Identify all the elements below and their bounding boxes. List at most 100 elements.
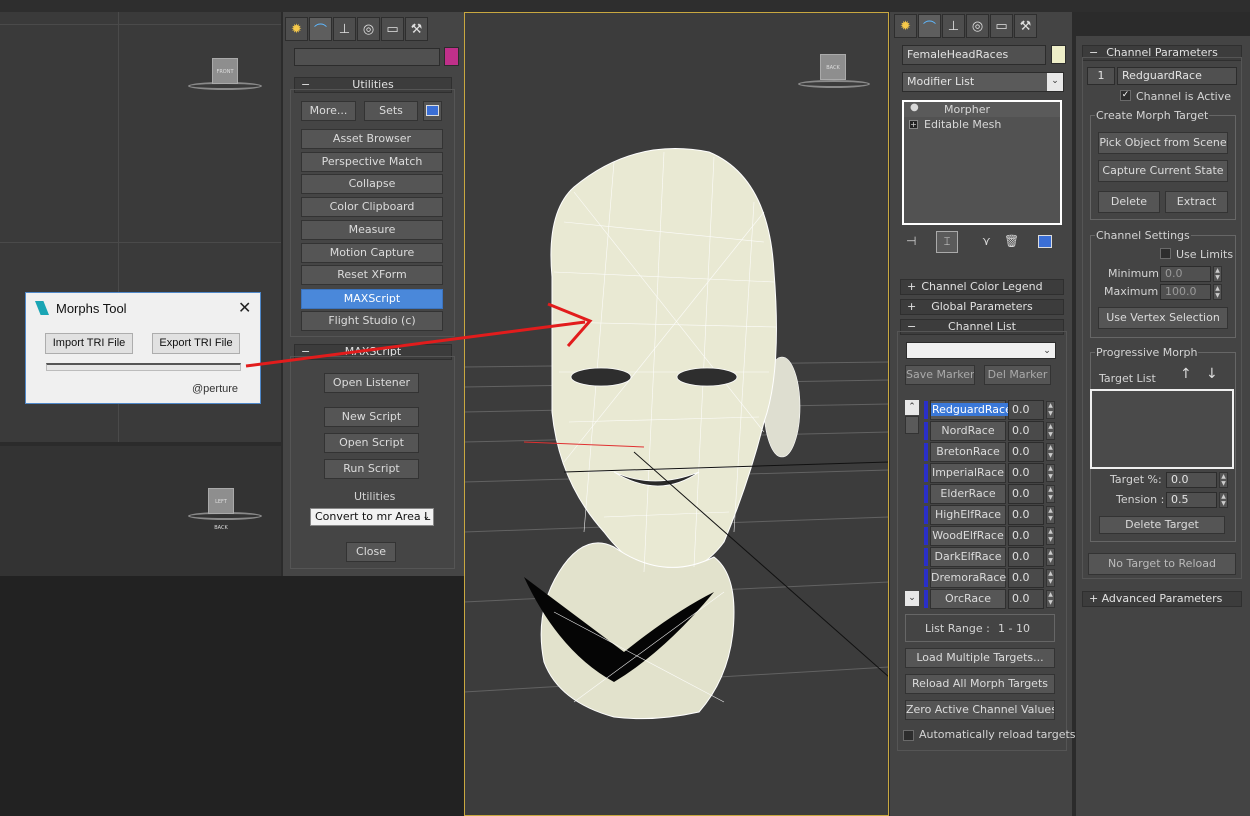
import-tri-file-button[interactable]: Import TRI File bbox=[45, 333, 133, 354]
channel-value-field[interactable]: 0.0 bbox=[1008, 463, 1044, 483]
more-button[interactable]: More... bbox=[301, 101, 356, 121]
viewcube[interactable]: FRONT bbox=[212, 58, 238, 84]
close-icon[interactable]: ✕ bbox=[238, 298, 251, 317]
export-tri-file-button[interactable]: Export TRI File bbox=[152, 333, 240, 354]
pick-object-from-scene-button[interactable]: Pick Object from Scene bbox=[1098, 132, 1228, 154]
channel-number-field[interactable]: 1 bbox=[1087, 67, 1115, 85]
channel-spinner[interactable]: ▲ ▼ bbox=[1046, 464, 1055, 482]
object-name-field[interactable] bbox=[294, 48, 440, 66]
channel-value-field[interactable]: 0.0 bbox=[1008, 442, 1044, 462]
capture-current-state-button[interactable]: Capture Current State bbox=[1098, 160, 1228, 182]
object-name-field[interactable]: FemaleHeadRaces bbox=[902, 45, 1046, 65]
tool-collapse[interactable]: Collapse bbox=[301, 174, 443, 194]
create-tab[interactable]: ✹ bbox=[894, 14, 917, 38]
channel-color-legend-rollout[interactable]: + Channel Color Legend bbox=[900, 279, 1064, 295]
object-color-swatch[interactable] bbox=[1051, 45, 1066, 64]
target-list[interactable] bbox=[1090, 389, 1234, 469]
run-script-button[interactable]: Run Script bbox=[324, 459, 419, 479]
auto-reload-checkbox[interactable] bbox=[903, 730, 914, 741]
channel-name-button[interactable]: RedguardRace bbox=[930, 400, 1013, 420]
channel-value-field[interactable]: 0.0 bbox=[1008, 421, 1044, 441]
utilities-select[interactable]: Convert to mr Area L ⌄ bbox=[310, 508, 434, 526]
channel-name-button[interactable]: ImperialRace bbox=[930, 463, 1006, 483]
channel-active-checkbox[interactable]: ✓ bbox=[1120, 90, 1131, 101]
display-tab[interactable]: ▭ bbox=[381, 17, 404, 41]
use-vertex-selection-button[interactable]: Use Vertex Selection bbox=[1098, 307, 1228, 329]
channel-name-button[interactable]: NordRace bbox=[930, 421, 1006, 441]
delete-target-button[interactable]: Delete Target bbox=[1099, 516, 1225, 534]
viewcube[interactable]: LEFT BACK bbox=[208, 488, 234, 531]
utilities-tab[interactable]: ⚒ bbox=[1014, 14, 1037, 38]
channel-scroll-down[interactable]: ⌄ bbox=[905, 591, 919, 606]
maximum-spinner[interactable]: ▲ ▼ bbox=[1213, 284, 1222, 300]
motion-tab[interactable]: ◎ bbox=[966, 14, 989, 38]
tool-flight-studio[interactable]: Flight Studio (c) bbox=[301, 311, 443, 331]
sets-button[interactable]: Sets bbox=[364, 101, 418, 121]
tool-measure[interactable]: Measure bbox=[301, 220, 443, 240]
channel-spinner[interactable]: ▲ ▼ bbox=[1046, 485, 1055, 503]
open-script-button[interactable]: Open Script bbox=[324, 433, 419, 453]
channel-name-button[interactable]: DarkElfRace bbox=[930, 547, 1006, 567]
display-tab[interactable]: ▭ bbox=[990, 14, 1013, 38]
channel-spinner[interactable]: ▲ ▼ bbox=[1046, 422, 1055, 440]
tension-spinner[interactable]: ▲ ▼ bbox=[1219, 492, 1228, 508]
reload-all-morph-targets-button[interactable]: Reload All Morph Targets bbox=[905, 674, 1055, 694]
channel-value-field[interactable]: 0.0 bbox=[1008, 568, 1044, 588]
marker-dropdown[interactable]: ⌄ bbox=[906, 342, 1056, 359]
modify-tab[interactable]: ⌒ bbox=[918, 14, 941, 38]
channel-spinner[interactable]: ▲ ▼ bbox=[1046, 590, 1055, 608]
move-target-down-button[interactable]: ↓ bbox=[1206, 366, 1218, 382]
delete-button[interactable]: Delete bbox=[1098, 191, 1160, 213]
no-target-to-reload-button[interactable]: No Target to Reload bbox=[1088, 553, 1236, 575]
save-marker-button[interactable]: Save Marker bbox=[905, 365, 975, 385]
tool-asset-browser[interactable]: Asset Browser bbox=[301, 129, 443, 149]
channel-value-field[interactable]: 0.0 bbox=[1008, 589, 1044, 609]
tension-field[interactable]: 0.5 bbox=[1166, 492, 1217, 508]
open-listener-button[interactable]: Open Listener bbox=[324, 373, 419, 393]
channel-value-field[interactable]: 0.0 bbox=[1008, 484, 1044, 504]
zero-active-channel-values-button[interactable]: Zero Active Channel Values bbox=[905, 700, 1055, 720]
channel-value-field[interactable]: 0.0 bbox=[1008, 400, 1044, 420]
advanced-parameters-rollout[interactable]: + Advanced Parameters bbox=[1082, 591, 1242, 607]
show-end-result-icon[interactable]: ⌶ bbox=[936, 231, 958, 253]
object-color-swatch[interactable] bbox=[444, 47, 459, 66]
load-multiple-targets-button[interactable]: Load Multiple Targets... bbox=[905, 648, 1055, 668]
channel-spinner[interactable]: ▲ ▼ bbox=[1046, 443, 1055, 461]
target-pct-spinner[interactable]: ▲ ▼ bbox=[1219, 472, 1228, 488]
minimum-field[interactable]: 0.0 bbox=[1160, 266, 1211, 282]
motion-tab[interactable]: ◎ bbox=[357, 17, 380, 41]
channel-spinner[interactable]: ▲ ▼ bbox=[1046, 401, 1055, 419]
channel-spinner[interactable]: ▲ ▼ bbox=[1046, 527, 1055, 545]
tool-color-clipboard[interactable]: Color Clipboard bbox=[301, 197, 443, 217]
close-button[interactable]: Close bbox=[346, 542, 396, 562]
channel-name-button[interactable]: WoodElfRace bbox=[930, 526, 1006, 546]
channel-spinner[interactable]: ▲ ▼ bbox=[1046, 506, 1055, 524]
left-viewport[interactable]: LEFT BACK bbox=[0, 446, 281, 576]
tool-perspective-match[interactable]: Perspective Match bbox=[301, 152, 443, 172]
channel-name-button[interactable]: OrcRace bbox=[930, 589, 1006, 609]
move-target-up-button[interactable]: ↑ bbox=[1180, 366, 1192, 382]
use-limits-checkbox[interactable] bbox=[1160, 248, 1171, 259]
channel-name-button[interactable]: DremoraRace bbox=[930, 568, 1006, 588]
global-parameters-rollout[interactable]: + Global Parameters bbox=[900, 299, 1064, 315]
hierarchy-tab[interactable]: ⊥ bbox=[942, 14, 965, 38]
target-pct-field[interactable]: 0.0 bbox=[1166, 472, 1217, 488]
new-script-button[interactable]: New Script bbox=[324, 407, 419, 427]
minimum-spinner[interactable]: ▲ ▼ bbox=[1213, 266, 1222, 282]
channel-value-field[interactable]: 0.0 bbox=[1008, 505, 1044, 525]
channel-value-field[interactable]: 0.0 bbox=[1008, 526, 1044, 546]
channel-scrollbar-thumb[interactable] bbox=[905, 416, 919, 434]
modify-tab[interactable]: ⌒ bbox=[309, 17, 332, 41]
create-tab[interactable]: ✹ bbox=[285, 17, 308, 41]
modifier-list-dropdown[interactable]: Modifier List ⌄ bbox=[902, 72, 1064, 92]
maximum-field[interactable]: 100.0 bbox=[1160, 284, 1211, 300]
tool-reset-xform[interactable]: Reset XForm bbox=[301, 265, 443, 285]
remove-modifier-icon[interactable]: 🗑 bbox=[1004, 234, 1019, 248]
channel-spinner[interactable]: ▲ ▼ bbox=[1046, 569, 1055, 587]
tool-maxscript[interactable]: MAXScript bbox=[301, 289, 443, 309]
channel-name-button[interactable]: ElderRace bbox=[930, 484, 1006, 504]
del-marker-button[interactable]: Del Marker bbox=[984, 365, 1051, 385]
channel-spinner[interactable]: ▲ ▼ bbox=[1046, 548, 1055, 566]
pin-stack-icon[interactable]: ⊣ bbox=[906, 234, 916, 248]
channel-name-button[interactable]: BretonRace bbox=[930, 442, 1006, 462]
